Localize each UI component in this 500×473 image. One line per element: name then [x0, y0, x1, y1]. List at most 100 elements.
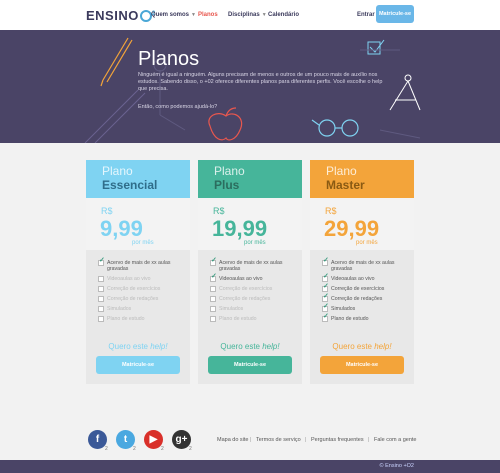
want-prefix: Quero este [220, 342, 260, 351]
checked-checkbox-icon [210, 258, 217, 266]
price-currency: R$ [213, 206, 225, 216]
feature-text: Videoaulas ao vivo [331, 276, 375, 282]
nav-quem-somos-label: Quem somos [151, 12, 190, 18]
glasses-icon [311, 119, 359, 137]
unchecked-checkbox-icon [98, 286, 104, 292]
feature-text: Correção de redações [219, 296, 271, 302]
plan-label: Plano [214, 164, 245, 178]
feature-text: Correção de redações [331, 296, 383, 302]
plan-label: Plano [102, 164, 133, 178]
footer-link-terms[interactable]: Termos de serviço [256, 437, 301, 443]
enroll-button[interactable]: Matricule-se [208, 356, 292, 374]
feature-item: Correção de exercícios [98, 286, 188, 292]
feature-item: Simulados [322, 304, 412, 312]
feature-list: Acervo de mais de xx aulas gravadas Video… [98, 258, 188, 326]
checked-checkbox-icon [98, 258, 105, 266]
feature-text: Plano de estudo [219, 316, 257, 322]
checked-checkbox-icon [322, 258, 329, 266]
feature-text: Videoaulas ao vivo [107, 276, 151, 282]
plan-header: Plano Essencial [86, 160, 190, 198]
enter-link[interactable]: Entrar [357, 12, 375, 18]
plan-price-box: R$ 29,99 por mês [310, 198, 414, 250]
hero-question: Então, como podemos ajudá-lo? [138, 104, 218, 110]
want-this-plan-text: Quero este help! [310, 342, 414, 351]
plan-card-essencial: PlanoEssencial R$9,99por mês Acervo de mai… [86, 160, 190, 384]
plan-card-master: PlanoMasterR$29,99por mêsAcervo de mais … [310, 160, 414, 384]
hero-description: Ninguém é igual a ninguém. Alguns precis… [138, 72, 383, 92]
enroll-button-top[interactable]: Matricule-se [376, 5, 414, 23]
unchecked-checkbox-icon [98, 276, 104, 282]
feature-item: Videoaulas ao vivo [322, 274, 412, 282]
feature-item: Acervo de mais de xx aulas gravadas [98, 258, 188, 272]
checked-checkbox-icon [322, 284, 329, 292]
ensino-logo[interactable]: ENSINO 2 [86, 8, 156, 23]
page-title: Planos [138, 48, 200, 70]
chevron-down-icon: ▼ [261, 12, 267, 18]
plan-price: 29,99 [324, 216, 380, 241]
unchecked-checkbox-icon [210, 286, 216, 292]
feature-text: Simulados [331, 306, 356, 312]
feature-item: Correção de exercícios [210, 286, 300, 292]
feature-text: Correção de exercícios [107, 286, 161, 292]
feature-item: Acervo de mais de xx aulas gravadas [322, 258, 412, 272]
feature-item: Videoaulas ao vivo [98, 276, 188, 282]
social-share-count: 2 [105, 446, 108, 452]
feature-text: Plano de estudo [107, 316, 145, 322]
top-navigation-bar: ENSINO 2 Quem somos ▼ Planos Disciplinas ▼ … [0, 0, 500, 30]
feature-text: Simulados [219, 306, 244, 312]
apple-icon [208, 107, 243, 141]
nav-disciplinas[interactable]: Disciplinas ▼ [228, 12, 267, 18]
social-share-count: 2 [161, 446, 164, 452]
feature-text: Plano de estudo [331, 316, 369, 322]
unchecked-checkbox-icon [210, 296, 216, 302]
feature-text: Videoaulas ao vivo [219, 276, 263, 282]
footer-link-faq[interactable]: Perguntas frequentes [311, 437, 364, 443]
feature-item: Plano de estudo [322, 314, 412, 322]
plan-header: Plano Plus [198, 160, 302, 198]
footer-link-contact[interactable]: Fale com a gente [374, 437, 417, 443]
footer-separator: | [250, 437, 252, 443]
nav-disciplinas-label: Disciplinas [228, 12, 260, 18]
plan-header: Plano Master [310, 160, 414, 198]
plan-price-box: R$ 19,99 por mês [198, 198, 302, 250]
nav-planos[interactable]: Planos [198, 12, 218, 18]
social-share-count: 2 [133, 446, 136, 452]
feature-text: Acervo de mais de xx aulas gravadas [107, 260, 171, 272]
want-this-plan-text: Quero este help! [86, 342, 190, 351]
checkbox-doodle-icon [367, 39, 385, 55]
price-currency: R$ [325, 206, 337, 216]
nav-quem-somos[interactable]: Quem somos ▼ [151, 12, 196, 18]
enroll-button[interactable]: Matricule-se [96, 356, 180, 374]
feature-item: Correção de exercícios [322, 284, 412, 292]
want-this-plan-text: Quero este help! [198, 342, 302, 351]
feature-text: Acervo de mais de xx aulas gravadas [219, 260, 283, 272]
plan-price: 9,99 [100, 216, 143, 241]
unchecked-checkbox-icon [98, 306, 104, 312]
unchecked-checkbox-icon [210, 316, 216, 322]
feature-item: Simulados [210, 306, 300, 312]
nav-calendario[interactable]: Calendário [268, 12, 299, 18]
price-period: por mês [356, 240, 378, 246]
chevron-down-icon: ▼ [191, 12, 196, 18]
checked-checkbox-icon [322, 304, 329, 312]
footer-link-sitemap[interactable]: Mapa do site [217, 437, 249, 443]
copyright-text: © Ensino +O2 [379, 463, 414, 469]
bottom-bar: © Ensino +O2 [0, 460, 500, 473]
feature-text: Correção de exercícios [331, 286, 385, 292]
enroll-button[interactable]: Matricule-se [320, 356, 404, 374]
price-currency: R$ [101, 206, 113, 216]
footer-separator: | [305, 437, 307, 443]
plan-name: Essencial [102, 178, 158, 192]
feature-item: Correção de redações [98, 296, 188, 302]
feature-text: Correção de exercícios [219, 286, 273, 292]
price-period: por mês [244, 240, 266, 246]
doodle-lines-icon [360, 49, 421, 139]
feature-item: Acervo de mais de xx aulas gravadas [210, 258, 300, 272]
checked-checkbox-icon [210, 274, 217, 282]
price-period: por mês [132, 240, 154, 246]
checked-checkbox-icon [322, 274, 329, 282]
feature-text: Simulados [107, 306, 132, 312]
unchecked-checkbox-icon [210, 306, 216, 312]
plan-name: Master [326, 178, 365, 192]
feature-item: Correção de redações [210, 296, 300, 302]
